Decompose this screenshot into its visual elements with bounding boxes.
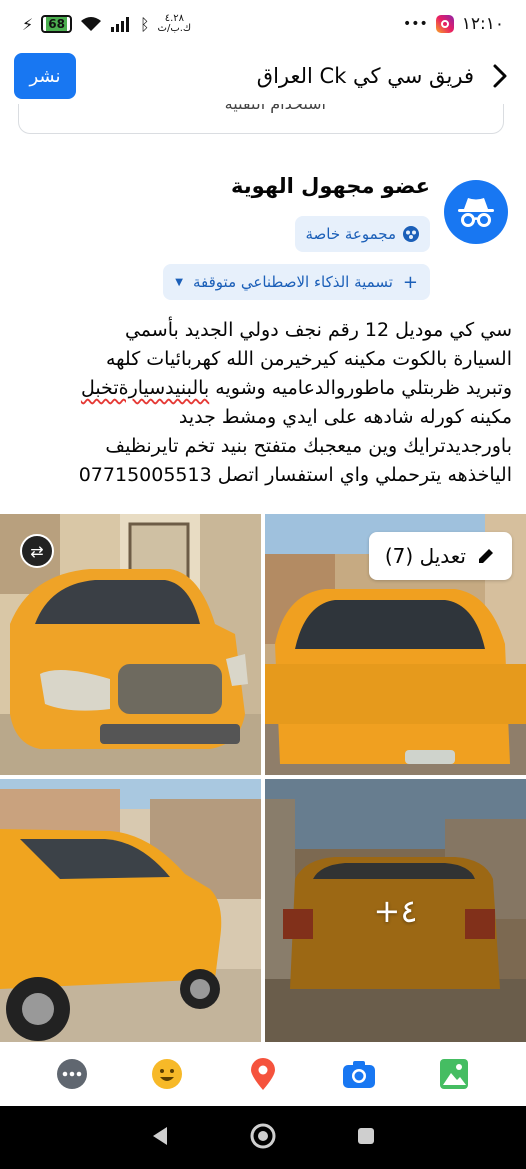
publish-button[interactable]: نشر [14, 53, 76, 99]
caret-down-icon: ▼ [175, 276, 183, 288]
more-photos-overlay[interactable]: +٤ [265, 779, 526, 1042]
photo-grid: ⇄ تعديل (7) +٤ [0, 514, 526, 1042]
anonymous-avatar [444, 180, 508, 244]
location-icon[interactable] [246, 1057, 280, 1091]
composer-toolbar [0, 1042, 526, 1106]
post-line-3: وتبريد ظربتلي ماطوروالدعاميه وشويه بالبن… [80, 377, 512, 399]
car-photo-front-2[interactable]: تعديل (7) [265, 514, 526, 775]
misspelled-word: بالبنيدسيارةتخبل [80, 377, 210, 399]
post-author: عضو مجهول الهوية [231, 174, 430, 198]
more-dots: ••• [402, 16, 428, 32]
post-body[interactable]: سي كي موديل 12 رقم نجف دولي الجديد بأسمي… [14, 316, 512, 490]
status-time: ١٢:١٠ [461, 14, 504, 34]
post-line-2: السيارة بالكوت مكينه كيرخيرمن الله كهربا… [105, 348, 512, 370]
post-line-4: مكينه كورله شادهه على ايدي ومشط جديد [178, 406, 512, 428]
instagram-icon [435, 15, 454, 33]
battery-icon: 68 [41, 15, 72, 33]
status-bar: ⚡ 68 ᛒ ٤.٢٨ ك.ب/ث ••• ١٢:١٠ [0, 0, 526, 48]
charging-icon: ⚡ [22, 14, 34, 34]
status-left: ⚡ 68 ᛒ ٤.٢٨ ك.ب/ث [22, 14, 191, 34]
privacy-chip[interactable]: مجموعة خاصة [295, 216, 430, 252]
post-line-5: باورجديدترايك وين ميعجبك متفتح بنيد تخم … [105, 435, 512, 457]
plus-icon: + [402, 271, 418, 293]
group-icon [403, 226, 419, 242]
photo-icon[interactable] [437, 1057, 471, 1091]
ai-label-chip[interactable]: + تسمية الذكاء الاصطناعي متوقفة ▼ [163, 264, 430, 300]
post-line-1: سي كي موديل 12 رقم نجف دولي الجديد بأسمي [124, 319, 512, 341]
ai-chip-label: تسمية الذكاء الاصطناعي متوقفة [193, 273, 393, 291]
status-right: ••• ١٢:١٠ [403, 14, 504, 34]
swap-icon[interactable]: ⇄ [20, 534, 54, 568]
home-nav-icon[interactable] [249, 1122, 277, 1154]
more-options-icon[interactable] [55, 1057, 89, 1091]
edit-photos-label: تعديل (7) [384, 544, 466, 568]
wifi-icon [80, 17, 101, 31]
camera-icon[interactable] [342, 1057, 376, 1091]
composer-header: نشر فريق سي كي Ck العراق [0, 48, 526, 104]
page-title: فريق سي كي Ck العراق [256, 64, 474, 88]
edit-photos-button[interactable]: تعديل (7) [368, 532, 512, 580]
back-nav-icon[interactable] [150, 1125, 170, 1151]
back-chevron-icon[interactable] [488, 64, 512, 88]
privacy-chip-label: مجموعة خاصة [305, 225, 396, 243]
pencil-icon [479, 549, 493, 563]
emoji-icon[interactable] [150, 1057, 184, 1091]
post-line-6: الياخذهه يترحملي واي استفسار اتصل 077150… [78, 464, 512, 486]
incognito-icon [458, 198, 494, 227]
car-photo-front[interactable]: ⇄ [0, 514, 261, 775]
more-photos-count: +٤ [373, 891, 418, 930]
bluetooth-icon: ᛒ [139, 14, 150, 34]
data-speed: ٤.٢٨ ك.ب/ث [157, 13, 192, 34]
car-photo-rear[interactable]: +٤ [265, 779, 526, 1042]
system-nav-bar [0, 1106, 526, 1169]
car-photo-side[interactable] [0, 779, 261, 1042]
recents-nav-icon[interactable] [356, 1126, 376, 1150]
signal-icon [110, 17, 129, 32]
